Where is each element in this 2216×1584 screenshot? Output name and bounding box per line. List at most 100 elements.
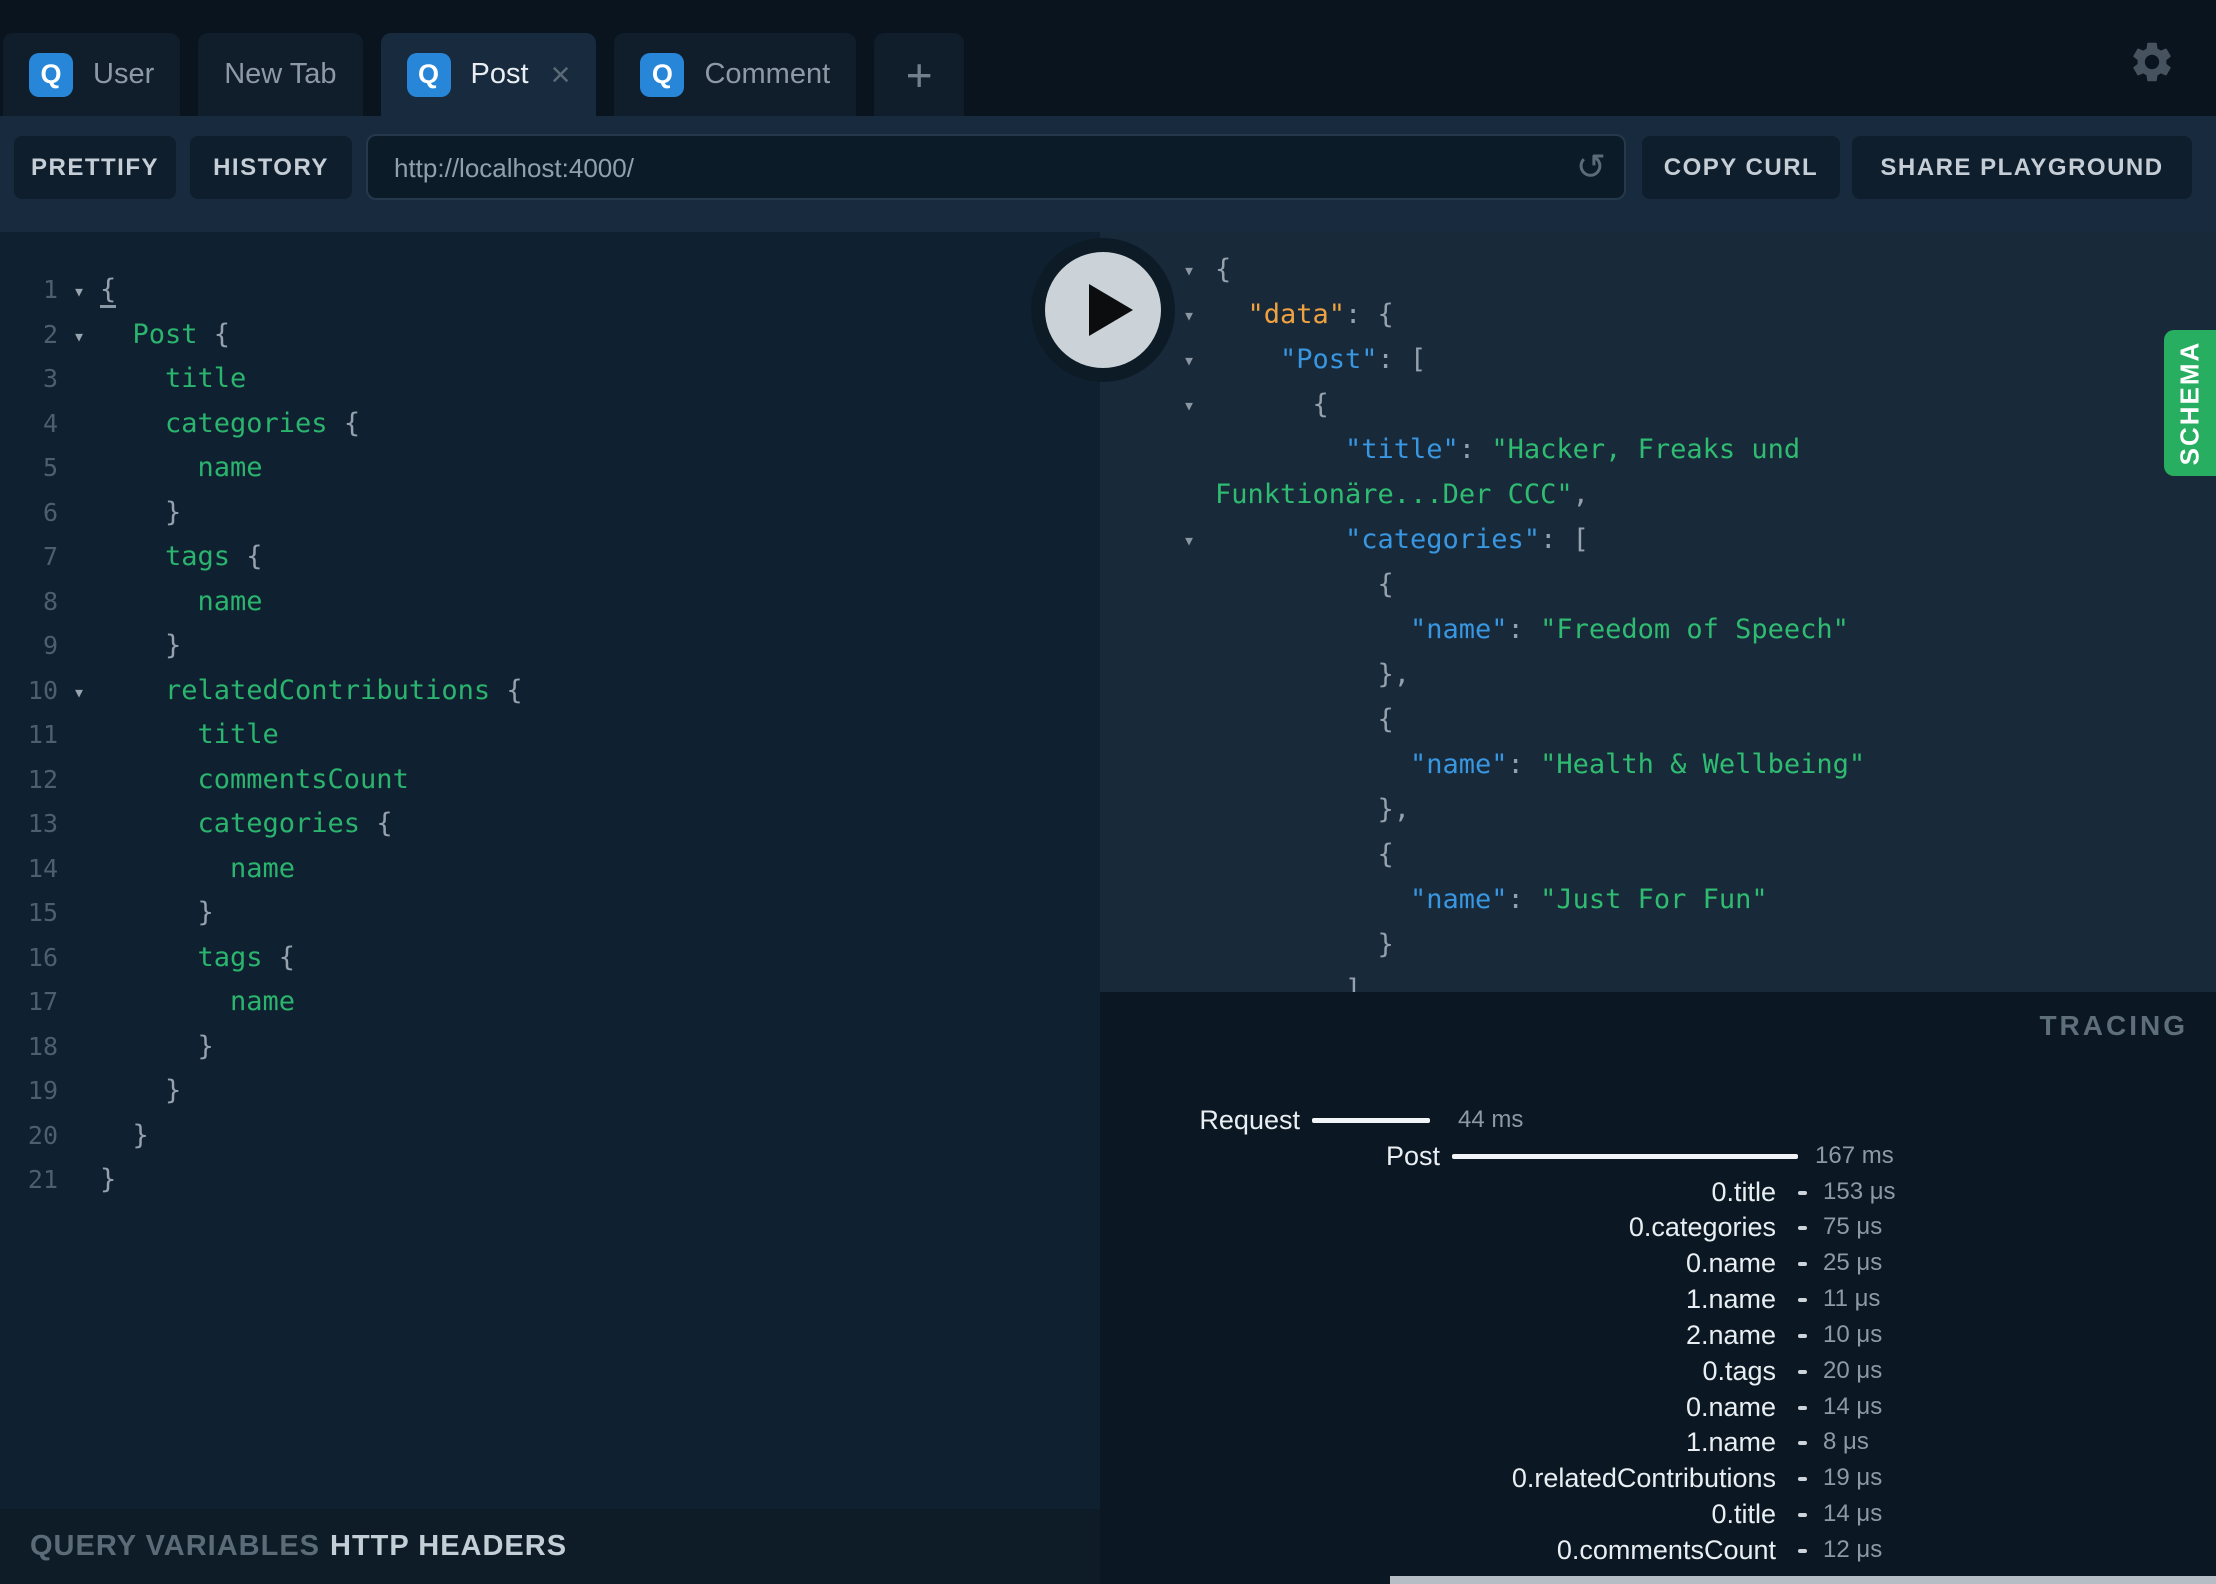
- response-text: "title": "Hacker, Freaks und: [1345, 434, 1801, 465]
- response-line: {: [1100, 700, 2216, 740]
- http-headers-tab[interactable]: HTTP HEADERS: [330, 1509, 567, 1584]
- trace-time: 153 μs: [1823, 1177, 1896, 1205]
- tracing-panel: TRACING Request 44 ms Post 167 ms 0.title 153…: [1100, 992, 2216, 1584]
- trace-time: 19 μs: [1823, 1464, 1883, 1492]
- share-playground-button[interactable]: SHARE PLAYGROUND: [1852, 136, 2192, 199]
- trace-row-0-title: 0.title 14 μs: [1100, 1494, 2216, 1534]
- code-text: }: [165, 1075, 182, 1106]
- query-variables-tab[interactable]: QUERY VARIABLES: [30, 1509, 320, 1584]
- code-line: 2 Post {: [0, 313, 1100, 357]
- response-line: ]: [1100, 970, 2216, 992]
- line-number: 1: [42, 275, 58, 304]
- response-text: }: [1377, 929, 1394, 960]
- play-triangle-icon: [1089, 284, 1133, 336]
- trace-time: 44 ms: [1458, 1106, 1524, 1133]
- trace-row-post: Post 167 ms: [1100, 1136, 2216, 1176]
- copy-curl-button[interactable]: COPY CURL: [1642, 136, 1840, 199]
- line-number: 19: [27, 1076, 58, 1105]
- toolbar: PRETTIFY HISTORY COPY CURL SHARE PLAYGRO…: [0, 116, 2216, 232]
- trace-row-0-categories: 0.categories 75 μs: [1100, 1207, 2216, 1247]
- response-text: {: [1377, 839, 1394, 870]
- collapse-arrow-icon[interactable]: [1172, 250, 1206, 290]
- tab-post[interactable]: Q Post ×: [380, 33, 597, 116]
- line-number: 21: [27, 1165, 58, 1194]
- tab-user[interactable]: Q User: [3, 33, 181, 116]
- new-tab-button[interactable]: +: [874, 33, 965, 116]
- trace-row-0-tags: 0.tags 20 μs: [1100, 1351, 2216, 1391]
- response-text: Funktionäre...Der CCC",: [1215, 479, 1589, 510]
- collapse-arrow-icon[interactable]: [1172, 295, 1206, 335]
- execute-query-button[interactable]: [1031, 238, 1175, 382]
- code-text: name: [230, 986, 296, 1017]
- tab-comment[interactable]: Q Comment: [614, 33, 857, 116]
- line-number: 8: [42, 586, 58, 616]
- close-tab-icon[interactable]: ×: [551, 58, 571, 92]
- trace-time: 75 μs: [1823, 1213, 1883, 1241]
- fold-arrow-icon[interactable]: [58, 269, 100, 313]
- code-text: name: [197, 585, 263, 617]
- response-text: ]: [1345, 974, 1362, 992]
- trace-time: 20 μs: [1823, 1356, 1883, 1384]
- response-line: "name": "Just For Fun": [1100, 880, 2216, 920]
- settings-gear-icon[interactable]: [2128, 38, 2176, 86]
- trace-tick: [1798, 1548, 1807, 1553]
- response-line: {: [1100, 565, 2216, 605]
- line-number: 17: [27, 987, 58, 1016]
- schema-side-tab[interactable]: SCHEMA: [2164, 330, 2216, 476]
- trace-label: 0.title: [1711, 1499, 1776, 1530]
- fold-arrow-icon[interactable]: [58, 314, 100, 358]
- code-line: 7 tags {: [0, 535, 1100, 579]
- collapse-arrow-icon[interactable]: [1172, 385, 1206, 425]
- trace-label: Post: [1385, 1140, 1440, 1171]
- trace-row-request: Request 44 ms: [1100, 1100, 2216, 1140]
- code-line: 15}: [0, 891, 1100, 935]
- response-line: "Post": [: [1100, 340, 2216, 380]
- line-number: 18: [27, 1031, 58, 1061]
- trace-time: 12 μs: [1823, 1535, 1883, 1563]
- schema-side-tab-label: SCHEMA: [2174, 340, 2205, 466]
- trace-row-0-name: 0.name 25 μs: [1100, 1243, 2216, 1283]
- trace-tick: [1798, 1226, 1807, 1231]
- trace-row-0-relatedcontributions: 0.relatedContributions 19 μs: [1100, 1458, 2216, 1498]
- tab-label: New Tab: [224, 58, 337, 90]
- tab-label: User: [93, 58, 155, 90]
- response-text: "name": "Health & Wellbeing": [1410, 749, 1866, 780]
- trace-time: 8 μs: [1823, 1428, 1869, 1456]
- code-text: title: [197, 719, 279, 750]
- line-number: 15: [27, 898, 58, 927]
- trace-tick: [1798, 1477, 1807, 1482]
- trace-time: 11 μs: [1823, 1285, 1881, 1313]
- trace-duration-bar: [1452, 1153, 1798, 1159]
- history-button[interactable]: HISTORY: [190, 136, 352, 199]
- line-number: 9: [42, 631, 58, 660]
- trace-label: 0.name: [1685, 1248, 1776, 1279]
- collapse-arrow-icon[interactable]: [1172, 520, 1206, 560]
- collapse-arrow-icon[interactable]: [1172, 340, 1206, 380]
- url-input[interactable]: [392, 136, 1546, 200]
- response-text: },: [1377, 794, 1411, 825]
- trace-tick: [1798, 1298, 1807, 1303]
- trace-tick: [1798, 1513, 1807, 1518]
- code-text: {: [100, 268, 117, 312]
- trace-row-1-name: 1.name 8 μs: [1100, 1422, 2216, 1462]
- code-text: }: [165, 496, 182, 528]
- query-editor[interactable]: 1{2Post {3title4categories {5name6}7tags…: [0, 232, 1100, 1509]
- code-text: }: [132, 1119, 149, 1151]
- trace-row-0-title: 0.title 153 μs: [1100, 1172, 2216, 1212]
- reload-icon[interactable]: [1576, 144, 1606, 190]
- trace-tick: [1798, 1405, 1807, 1410]
- trace-row-2-name: 2.name 10 μs: [1100, 1315, 2216, 1355]
- trace-time: 167 ms: [1815, 1141, 1894, 1169]
- fold-arrow-icon[interactable]: [58, 670, 100, 714]
- response-line: },: [1100, 655, 2216, 695]
- prettify-button[interactable]: PRETTIFY: [14, 136, 176, 199]
- response-line: "name": "Freedom of Speech": [1100, 610, 2216, 650]
- tab-new-tab[interactable]: New Tab: [198, 33, 363, 116]
- trace-duration-bar: [1312, 1118, 1430, 1123]
- trace-tick: [1798, 1369, 1807, 1374]
- code-line: 11 title: [0, 713, 1100, 757]
- line-number: 3: [42, 364, 58, 393]
- trace-label: 1.name: [1685, 1284, 1776, 1315]
- trace-time: 14 μs: [1823, 1500, 1883, 1528]
- horizontal-scrollbar[interactable]: [1390, 1576, 2216, 1584]
